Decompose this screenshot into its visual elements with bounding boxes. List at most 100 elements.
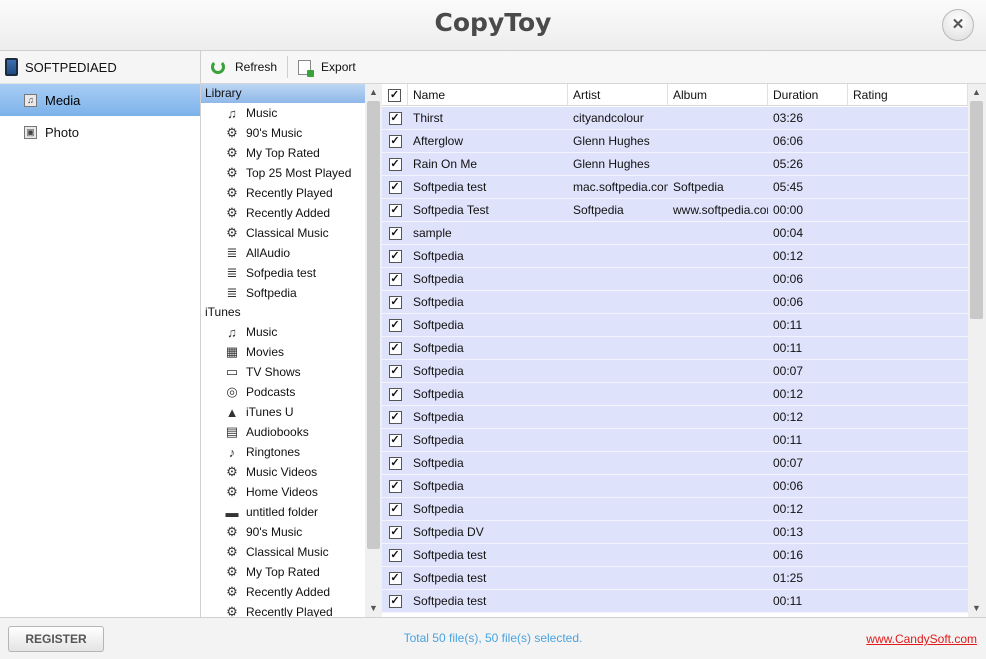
- nav-item-photo[interactable]: ▣ Photo: [0, 116, 200, 148]
- table-row[interactable]: ✓ Softpedia 00:11: [382, 429, 968, 452]
- tree-item[interactable]: ⚙ Top 25 Most Played: [201, 163, 381, 183]
- table-row[interactable]: ✓ Rain On Me Glenn Hughes 05:26: [382, 153, 968, 176]
- row-checkbox[interactable]: ✓: [388, 180, 402, 194]
- tree-item[interactable]: ⚙ Recently Played: [201, 602, 381, 617]
- row-checkbox[interactable]: ✓: [388, 318, 402, 332]
- website-link[interactable]: www.CandySoft.com: [866, 632, 977, 646]
- row-checkbox[interactable]: ✓: [388, 594, 402, 608]
- table-row[interactable]: ✓ Softpedia 00:12: [382, 383, 968, 406]
- column-header-rating[interactable]: Rating: [848, 84, 968, 106]
- column-header-name[interactable]: Name: [408, 84, 568, 106]
- cell-artist: [568, 314, 668, 336]
- tree-item[interactable]: ♫ Music: [201, 103, 381, 123]
- nav-item-media[interactable]: ♫ Media: [0, 84, 200, 116]
- tree-header-itunes[interactable]: iTunes: [201, 303, 381, 322]
- playlist-icon: ▭: [225, 364, 239, 379]
- row-checkbox[interactable]: ✓: [388, 479, 402, 493]
- close-icon[interactable]: ✕: [942, 9, 974, 41]
- scroll-down-icon[interactable]: ▼: [365, 600, 382, 617]
- refresh-button[interactable]: Refresh: [201, 54, 287, 80]
- row-checkbox[interactable]: ✓: [388, 341, 402, 355]
- table-row[interactable]: ✓ Softpedia 00:12: [382, 498, 968, 521]
- scroll-up-icon[interactable]: ▲: [365, 84, 382, 101]
- table-row[interactable]: ✓ Softpedia 00:06: [382, 268, 968, 291]
- table-row[interactable]: ✓ Softpedia test 00:16: [382, 544, 968, 567]
- tree-item[interactable]: ▭ TV Shows: [201, 362, 381, 382]
- scroll-up-icon[interactable]: ▲: [968, 84, 985, 101]
- row-checkbox[interactable]: ✓: [388, 433, 402, 447]
- tree-item[interactable]: ≣ AllAudio: [201, 243, 381, 263]
- tree-item[interactable]: ⚙ My Top Rated: [201, 143, 381, 163]
- table-row[interactable]: ✓ sample 00:04: [382, 222, 968, 245]
- row-checkbox-cell: ✓: [382, 383, 408, 405]
- table-row[interactable]: ✓ Softpedia 00:07: [382, 452, 968, 475]
- table-row[interactable]: ✓ Afterglow Glenn Hughes 06:06: [382, 130, 968, 153]
- row-checkbox[interactable]: ✓: [388, 226, 402, 240]
- table-row[interactable]: ✓ Softpedia 00:12: [382, 245, 968, 268]
- row-checkbox[interactable]: ✓: [388, 249, 402, 263]
- tree-item[interactable]: ⚙ Home Videos: [201, 482, 381, 502]
- tree-item[interactable]: ⚙ 90's Music: [201, 522, 381, 542]
- tree-item[interactable]: ▤ Audiobooks: [201, 422, 381, 442]
- tree-item[interactable]: ▬ untitled folder: [201, 502, 381, 522]
- tree-item[interactable]: ▲ iTunes U: [201, 402, 381, 422]
- tree-scroll-thumb[interactable]: [367, 101, 380, 549]
- row-checkbox[interactable]: ✓: [388, 157, 402, 171]
- tree-item[interactable]: ⚙ Recently Added: [201, 203, 381, 223]
- row-checkbox[interactable]: ✓: [388, 387, 402, 401]
- row-checkbox[interactable]: ✓: [388, 364, 402, 378]
- row-checkbox[interactable]: ✓: [388, 410, 402, 424]
- table-row[interactable]: ✓ Softpedia 00:12: [382, 406, 968, 429]
- tree-item[interactable]: ⚙ Classical Music: [201, 223, 381, 243]
- tree-item[interactable]: ≣ Sofpedia test: [201, 263, 381, 283]
- device-item[interactable]: SOFTPEDIAED: [0, 51, 200, 84]
- tree-item[interactable]: ⚙ Recently Added: [201, 582, 381, 602]
- column-header-album[interactable]: Album: [668, 84, 768, 106]
- row-checkbox[interactable]: ✓: [388, 456, 402, 470]
- table-row[interactable]: ✓ Softpedia test 00:11: [382, 590, 968, 613]
- row-checkbox[interactable]: ✓: [388, 134, 402, 148]
- export-button[interactable]: Export: [288, 54, 366, 80]
- table-row[interactable]: ✓ Softpedia 00:11: [382, 314, 968, 337]
- table-scrollbar[interactable]: ▲ ▼: [968, 84, 986, 617]
- tree-item-label: Sofpedia test: [246, 266, 317, 280]
- tree-item[interactable]: ◎ Podcasts: [201, 382, 381, 402]
- select-all-checkbox[interactable]: ✓: [388, 88, 401, 102]
- table-row[interactable]: ✓ Softpedia 00:07: [382, 360, 968, 383]
- tree-item[interactable]: ⚙ My Top Rated: [201, 562, 381, 582]
- cell-album: [668, 475, 768, 497]
- row-checkbox[interactable]: ✓: [388, 525, 402, 539]
- table-row[interactable]: ✓ Softpedia test mac.softpedia.com Softpedi…: [382, 176, 968, 199]
- tree-item[interactable]: ⚙ Recently Played: [201, 183, 381, 203]
- table-row[interactable]: ✓ Thirst cityandcolour 03:26: [382, 107, 968, 130]
- cell-rating: [848, 245, 968, 267]
- row-checkbox[interactable]: ✓: [388, 111, 402, 125]
- tree-header-library[interactable]: Library: [201, 84, 381, 103]
- table-row[interactable]: ✓ Softpedia 00:06: [382, 475, 968, 498]
- row-checkbox[interactable]: ✓: [388, 203, 402, 217]
- column-header-duration[interactable]: Duration: [768, 84, 848, 106]
- table-scroll-thumb[interactable]: [970, 101, 983, 319]
- tree-item[interactable]: ♪ Ringtones: [201, 442, 381, 462]
- tree-item[interactable]: ⚙ Classical Music: [201, 542, 381, 562]
- row-checkbox[interactable]: ✓: [388, 295, 402, 309]
- tree-scrollbar[interactable]: ▲ ▼: [365, 84, 382, 617]
- tree-item[interactable]: ♫ Music: [201, 322, 381, 342]
- tree-item[interactable]: ≣ Softpedia: [201, 283, 381, 303]
- row-checkbox[interactable]: ✓: [388, 548, 402, 562]
- refresh-icon: [211, 60, 225, 74]
- table-row[interactable]: ✓ Softpedia 00:06: [382, 291, 968, 314]
- tree-item[interactable]: ⚙ Music Videos: [201, 462, 381, 482]
- column-header-artist[interactable]: Artist: [568, 84, 668, 106]
- scroll-down-icon[interactable]: ▼: [968, 600, 985, 617]
- table-row[interactable]: ✓ Softpedia Test Softpedia www.softpedia.co…: [382, 199, 968, 222]
- row-checkbox[interactable]: ✓: [388, 571, 402, 585]
- table-row[interactable]: ✓ Softpedia DV 00:13: [382, 521, 968, 544]
- tree-item[interactable]: ▦ Movies: [201, 342, 381, 362]
- tree-item[interactable]: ⚙ 90's Music: [201, 123, 381, 143]
- table-row[interactable]: ✓ Softpedia test 01:25: [382, 567, 968, 590]
- row-checkbox-cell: ✓: [382, 153, 408, 175]
- row-checkbox[interactable]: ✓: [388, 502, 402, 516]
- row-checkbox[interactable]: ✓: [388, 272, 402, 286]
- table-row[interactable]: ✓ Softpedia 00:11: [382, 337, 968, 360]
